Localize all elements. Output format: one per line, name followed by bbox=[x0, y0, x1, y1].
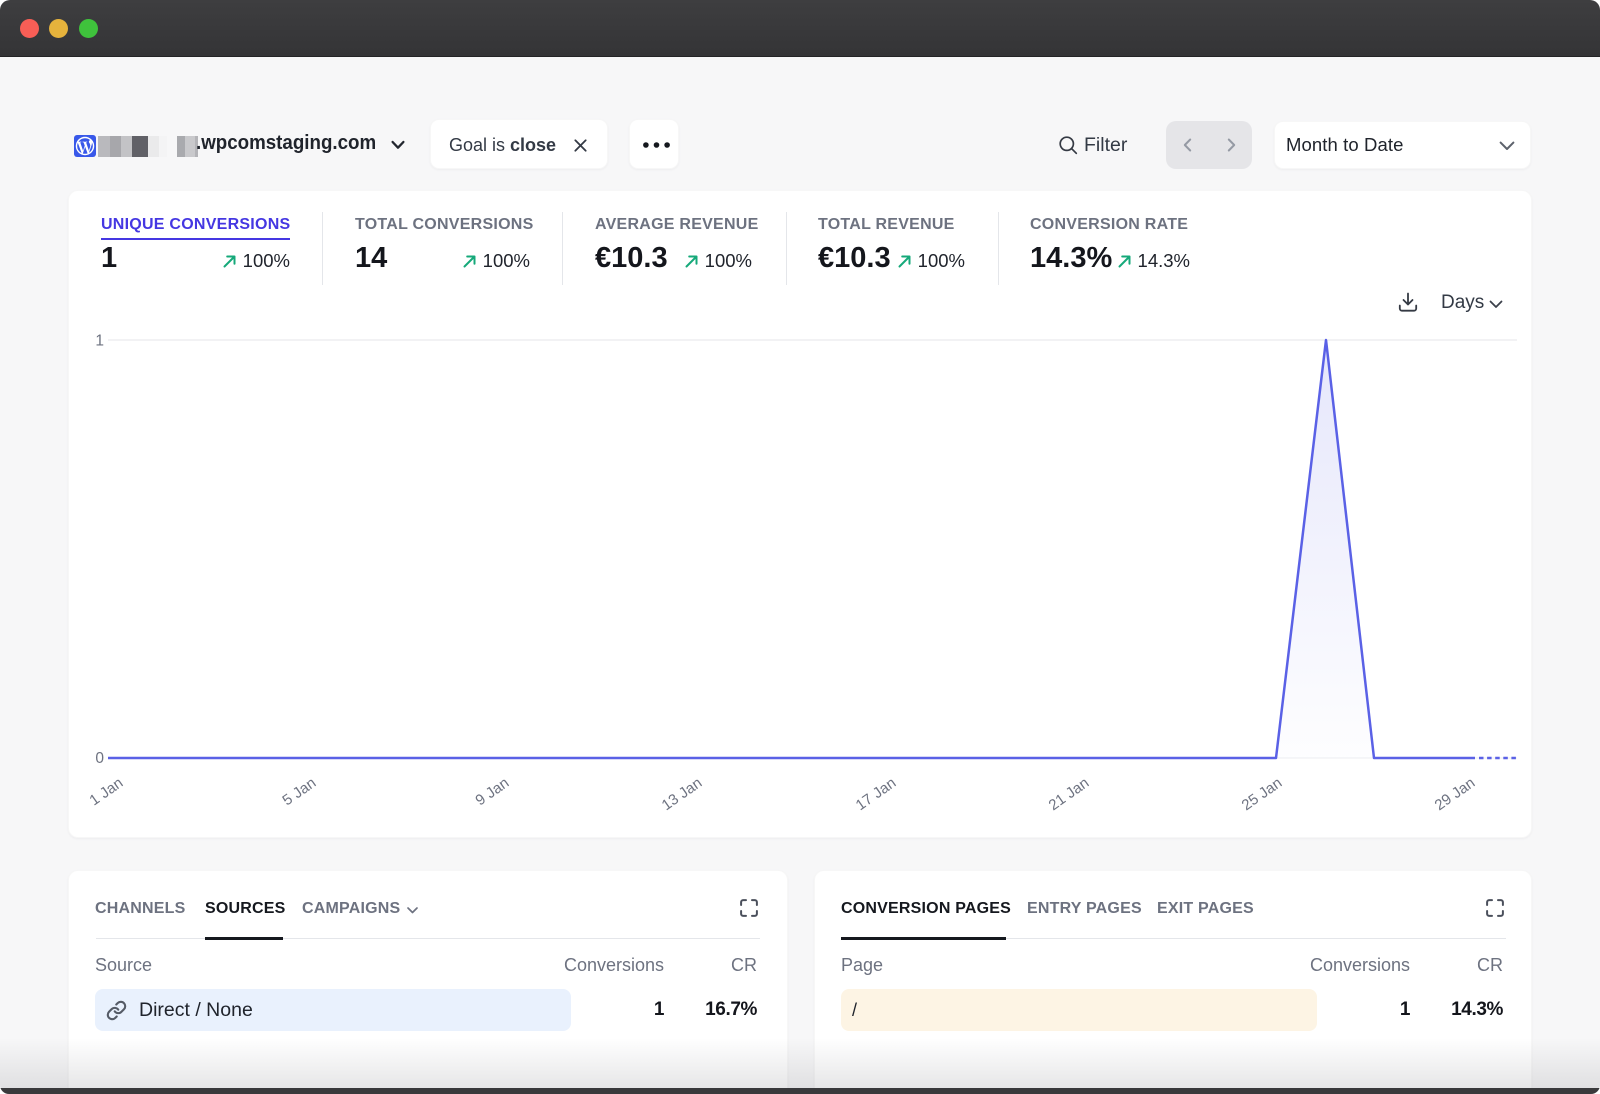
svg-text:0: 0 bbox=[95, 750, 104, 767]
svg-text:17 Jan: 17 Jan bbox=[853, 774, 900, 814]
svg-text:21 Jan: 21 Jan bbox=[1046, 774, 1093, 814]
svg-text:1: 1 bbox=[95, 333, 104, 350]
svg-text:1 Jan: 1 Jan bbox=[86, 774, 126, 809]
svg-text:5 Jan: 5 Jan bbox=[279, 774, 319, 809]
svg-text:29 Jan: 29 Jan bbox=[1432, 774, 1479, 814]
svg-text:25 Jan: 25 Jan bbox=[1239, 774, 1286, 814]
svg-text:9 Jan: 9 Jan bbox=[472, 774, 512, 809]
svg-text:13 Jan: 13 Jan bbox=[659, 774, 706, 814]
